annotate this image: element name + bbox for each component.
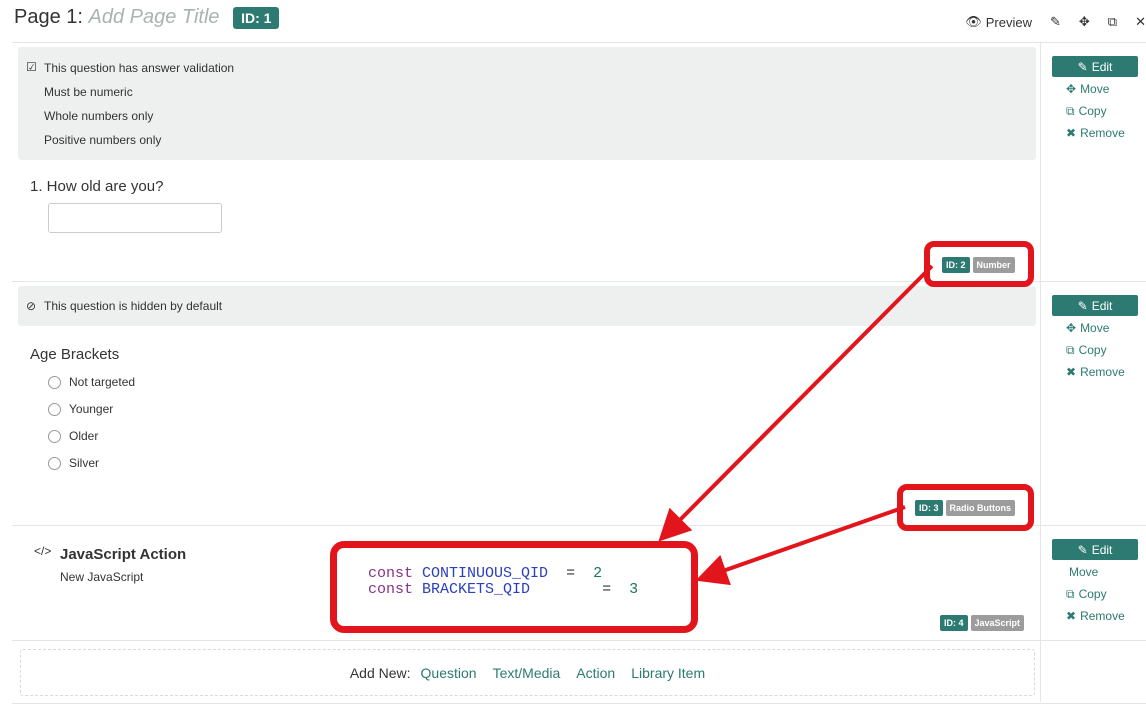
annotation-arrow — [658, 264, 934, 542]
annotation-arrow — [695, 505, 906, 586]
annotation-arrows — [658, 264, 934, 586]
